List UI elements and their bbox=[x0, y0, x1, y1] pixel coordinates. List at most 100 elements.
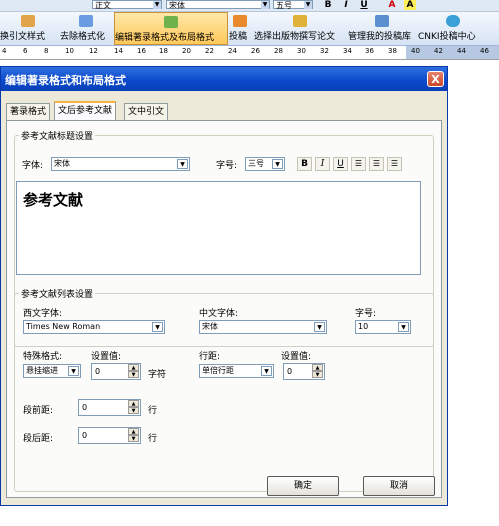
chevron-down-icon: ▼ bbox=[153, 1, 161, 9]
space-after-value: 0 bbox=[82, 431, 88, 440]
ruler-tick: 36 bbox=[365, 47, 374, 55]
size-combo[interactable]: 五号 ▼ bbox=[273, 0, 313, 10]
spin-down-icon[interactable]: ▼ bbox=[128, 407, 139, 414]
heading-underline-button[interactable]: U bbox=[333, 157, 348, 171]
line-spacing-label: 行距: bbox=[199, 352, 221, 362]
space-after-label: 段后距: bbox=[23, 434, 54, 444]
list-size-select[interactable]: 10 ▼ bbox=[355, 320, 411, 334]
space-before-label: 段前距: bbox=[23, 406, 54, 416]
ruler-tick: 26 bbox=[251, 47, 260, 55]
font-combo[interactable]: 宋体 ▼ bbox=[166, 0, 270, 10]
ruler-tick: 44 bbox=[457, 47, 466, 55]
italic-button[interactable]: I bbox=[340, 0, 352, 10]
heading-font-select[interactable]: 宋体 ▼ bbox=[51, 157, 190, 171]
select-publication-button[interactable]: 选择出版物撰写论文 bbox=[254, 12, 346, 45]
addin-label: 选择出版物撰写论文 bbox=[254, 32, 336, 42]
align-center-button[interactable]: ☰ bbox=[369, 157, 384, 171]
manage-submissions-button[interactable]: 管理我的投稿库 bbox=[348, 12, 416, 45]
ruler-tick: 10 bbox=[65, 47, 74, 55]
chevron-down-icon: ▼ bbox=[398, 322, 409, 332]
line-setting-value: 0 bbox=[287, 367, 293, 376]
font-color-button[interactable]: A bbox=[386, 0, 398, 10]
addin-label: 去除格式化 bbox=[60, 32, 106, 42]
tab-citation-format[interactable]: 著录格式 bbox=[6, 103, 51, 120]
ok-button[interactable]: 确定 bbox=[267, 476, 339, 496]
setting-value-spinner[interactable]: 0 ▲ ▼ bbox=[91, 363, 141, 380]
ruler-tick: 38 bbox=[388, 47, 397, 55]
size-combo-value: 五号 bbox=[276, 1, 292, 10]
ruler-tick: 32 bbox=[320, 47, 329, 55]
remove-format-icon bbox=[79, 15, 93, 27]
bold-button[interactable]: B bbox=[322, 0, 334, 10]
spin-down-icon[interactable]: ▼ bbox=[312, 371, 323, 378]
setting-value-label: 设置值: bbox=[91, 352, 122, 362]
ruler-tick: 42 bbox=[434, 47, 443, 55]
chevron-down-icon: ▼ bbox=[261, 1, 269, 9]
align-right-icon: ☰ bbox=[390, 159, 399, 168]
underline-button[interactable]: U bbox=[358, 0, 370, 10]
ruler-tick: 18 bbox=[159, 47, 168, 55]
cancel-button[interactable]: 取消 bbox=[363, 476, 435, 496]
line-setting-spinner[interactable]: 0 ▲ ▼ bbox=[283, 363, 325, 380]
space-before-unit: 行 bbox=[148, 406, 158, 416]
addin-label: CNKI投稿中心 bbox=[418, 32, 476, 42]
space-after-spinner[interactable]: 0 ▲ ▼ bbox=[78, 427, 141, 444]
spin-down-icon[interactable]: ▼ bbox=[128, 435, 139, 442]
line-setting-label: 设置值: bbox=[281, 352, 312, 362]
spin-up-icon[interactable]: ▲ bbox=[312, 364, 323, 371]
style-combo[interactable]: 正文 ▼ bbox=[92, 0, 162, 10]
space-after-unit: 行 bbox=[148, 434, 158, 444]
space-before-spinner[interactable]: 0 ▲ ▼ bbox=[78, 399, 141, 416]
submit-button[interactable]: 投稿 bbox=[229, 12, 251, 45]
addin-label: 编辑著录格式及布局格式 bbox=[115, 33, 215, 43]
addin-label: 投稿 bbox=[229, 32, 248, 42]
chevron-down-icon: ▼ bbox=[261, 366, 272, 376]
heading-bold-button[interactable]: B bbox=[297, 157, 312, 171]
chevron-down-icon: ▼ bbox=[272, 159, 283, 169]
format-dialog: 编辑著录格式和布局格式 X 著录格式 文后参考文献 文中引文 参考文献标题设置 … bbox=[0, 66, 448, 506]
heading-italic-button[interactable]: I bbox=[315, 157, 330, 171]
ruler-tick: 30 bbox=[297, 47, 306, 55]
close-icon: X bbox=[431, 73, 440, 86]
heading-font-value: 宋体 bbox=[54, 159, 70, 168]
tab-panel: 参考文献标题设置 字体: 宋体 ▼ 字号: 三号 ▼ B I U ☰ ☰ ☰ 参… bbox=[6, 120, 442, 498]
spin-up-icon[interactable]: ▲ bbox=[128, 400, 139, 407]
chinese-font-select[interactable]: 宋体 ▼ bbox=[199, 320, 327, 334]
line-spacing-select[interactable]: 单倍行距 ▼ bbox=[199, 364, 274, 378]
western-font-value: Times New Roman bbox=[26, 322, 101, 331]
cnki-submission-center-button[interactable]: CNKI投稿中心 bbox=[418, 12, 488, 45]
close-button[interactable]: X bbox=[427, 71, 444, 87]
chinese-font-label: 中文字体: bbox=[199, 309, 239, 319]
library-icon bbox=[375, 15, 389, 27]
ruler-tick: 8 bbox=[44, 47, 49, 55]
addin-label: 管理我的投稿库 bbox=[348, 32, 412, 42]
list-size-label: 字号: bbox=[355, 309, 377, 319]
list-size-value: 10 bbox=[358, 322, 369, 331]
ruler[interactable]: 4 6 8 10 12 14 16 18 20 22 24 26 28 30 3… bbox=[0, 46, 499, 60]
tab-references[interactable]: 文后参考文献 bbox=[54, 101, 117, 121]
dialog-titlebar[interactable]: 编辑著录格式和布局格式 X bbox=[1, 67, 447, 91]
highlight-button[interactable]: A bbox=[404, 0, 416, 10]
ruler-tick: 34 bbox=[343, 47, 352, 55]
change-citation-style-button[interactable]: 换引文样式 bbox=[0, 12, 56, 45]
edit-format-icon bbox=[164, 16, 178, 28]
western-font-select[interactable]: Times New Roman ▼ bbox=[23, 320, 165, 334]
list-settings-legend: 参考文献列表设置 bbox=[21, 290, 94, 300]
special-format-select[interactable]: 悬挂缩进 ▼ bbox=[23, 364, 81, 378]
tab-in-text-citation[interactable]: 文中引文 bbox=[124, 103, 169, 120]
heading-size-select[interactable]: 三号 ▼ bbox=[245, 157, 285, 171]
heading-size-value: 三号 bbox=[248, 159, 264, 168]
spin-up-icon[interactable]: ▲ bbox=[128, 428, 139, 435]
align-center-icon: ☰ bbox=[372, 159, 381, 168]
globe-icon bbox=[446, 15, 460, 27]
spin-down-icon[interactable]: ▼ bbox=[128, 371, 139, 378]
publication-icon bbox=[293, 15, 307, 27]
special-format-label: 特殊格式: bbox=[23, 352, 63, 362]
dialog-title: 编辑著录格式和布局格式 bbox=[5, 74, 126, 87]
align-left-button[interactable]: ☰ bbox=[351, 157, 366, 171]
remove-formatting-button[interactable]: 去除格式化 bbox=[60, 12, 112, 45]
spin-up-icon[interactable]: ▲ bbox=[128, 364, 139, 371]
edit-format-layout-button[interactable]: 编辑著录格式及布局格式 bbox=[114, 12, 228, 45]
addin-label: 换引文样式 bbox=[0, 32, 46, 42]
align-right-button[interactable]: ☰ bbox=[387, 157, 402, 171]
